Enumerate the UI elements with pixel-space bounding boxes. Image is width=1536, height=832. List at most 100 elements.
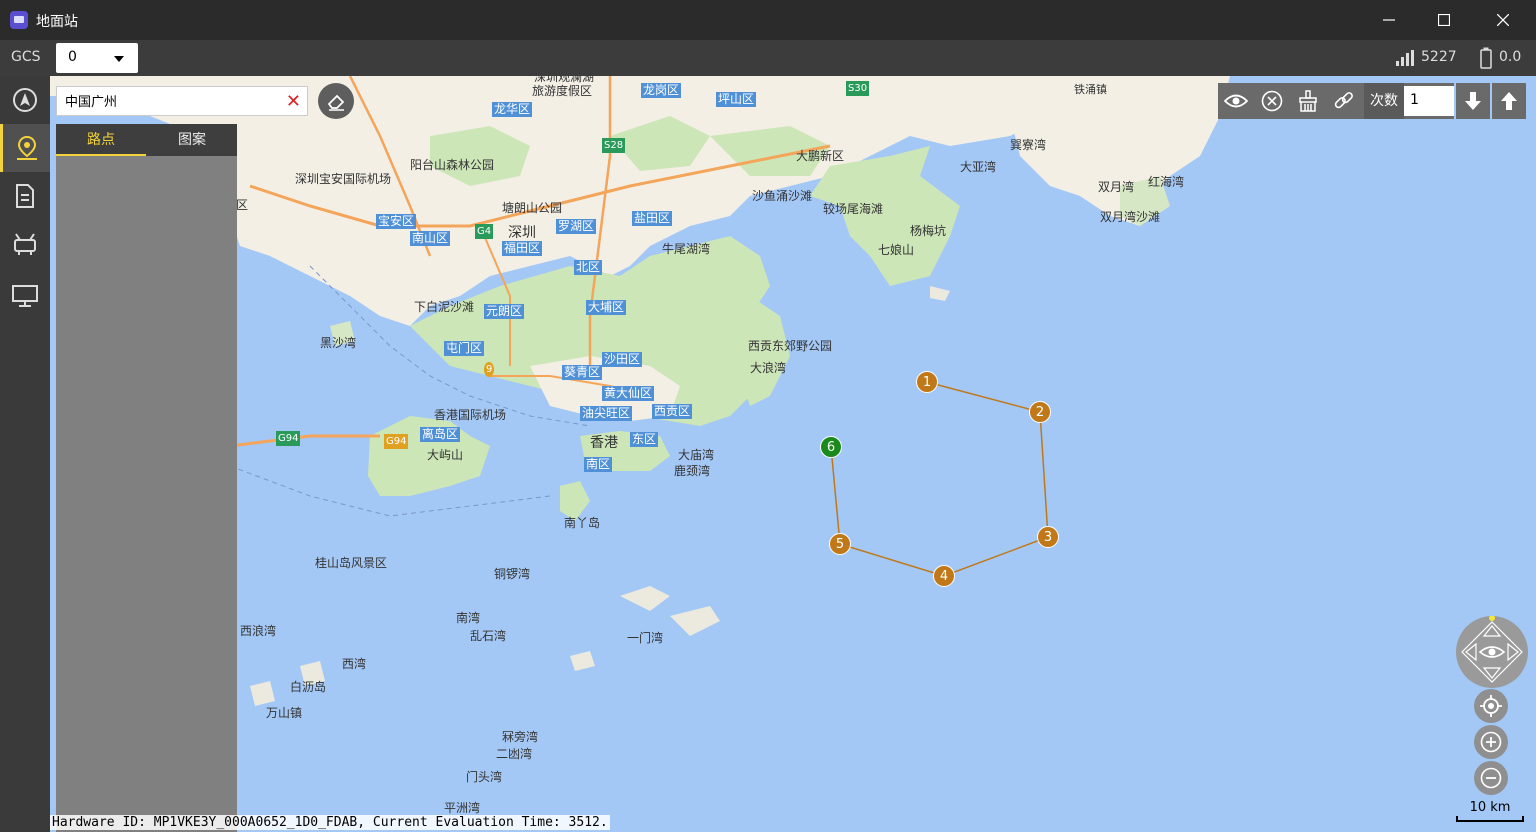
map-label: 深圳 <box>508 225 536 241</box>
gcs-select[interactable]: 0 <box>56 43 138 73</box>
district-label: 沙田区 <box>602 352 643 367</box>
chevron-down-icon <box>114 56 124 62</box>
waypoint-marker[interactable]: 2 <box>1029 401 1051 423</box>
crosshair-icon <box>1480 695 1502 717</box>
move-up-button[interactable] <box>1492 83 1526 119</box>
sidebar-item-waypoints[interactable] <box>0 124 50 172</box>
locate-button[interactable] <box>1474 689 1508 723</box>
map-label: 杨梅坑 <box>910 224 947 238</box>
maximize-button[interactable] <box>1421 0 1467 40</box>
district-label: 葵青区 <box>562 365 603 380</box>
map-label: 阳台山森林公园 <box>410 158 495 172</box>
road-shield: G94 <box>384 434 409 449</box>
clear-button[interactable] <box>1290 83 1326 119</box>
district-label: 宝安区 <box>376 214 417 229</box>
map-label: 大屿山 <box>427 448 464 462</box>
window-title: 地面站 <box>36 14 78 30</box>
signal-value: 5227 <box>1421 49 1457 65</box>
zoom-in-button[interactable] <box>1474 725 1508 759</box>
view-button[interactable] <box>1218 83 1254 119</box>
district-label: 南区 <box>584 457 613 472</box>
zoom-out-button[interactable] <box>1474 761 1508 795</box>
minimize-icon <box>1383 19 1395 21</box>
close-button[interactable] <box>1480 0 1526 40</box>
district-label: 福田区 <box>502 241 543 256</box>
map-label: 大浪湾 <box>750 361 787 375</box>
gcs-label: GCS <box>11 49 41 65</box>
district-label: 东区 <box>630 432 659 447</box>
drone-icon <box>14 233 36 255</box>
map-label: 沙鱼涌沙滩 <box>752 189 813 203</box>
waypoint-marker[interactable]: 6 <box>820 436 842 458</box>
map-label: 下白泥沙滩 <box>414 300 475 314</box>
zoom-out-icon <box>1480 767 1502 789</box>
district-label: 坪山区 <box>716 92 757 107</box>
map-label: 较场尾海滩 <box>823 202 884 216</box>
district-label: 黄大仙区 <box>602 386 655 401</box>
clear-icon[interactable]: ✕ <box>286 91 301 112</box>
map-label: 万山镇 <box>266 706 303 720</box>
tab-waypoints[interactable]: 路点 <box>56 124 146 156</box>
map-label: 鹿颈湾 <box>674 464 711 478</box>
close-icon <box>1497 14 1509 26</box>
count-label: 次数 <box>1364 83 1404 119</box>
move-down-button[interactable] <box>1456 83 1490 119</box>
eye-icon <box>1224 94 1248 108</box>
circle-x-icon <box>1261 90 1283 112</box>
waypoint-marker[interactable]: 5 <box>829 533 851 555</box>
sidebar-item-documents[interactable] <box>0 172 50 220</box>
sidebar-item-monitor[interactable] <box>0 272 50 320</box>
road-shield: G94 <box>276 431 301 446</box>
map-label: 桂山岛风景区 <box>315 556 388 570</box>
map-label: 塘朗山公园 <box>502 201 563 215</box>
compass-control[interactable] <box>1456 615 1528 688</box>
waypoint-marker[interactable]: 4 <box>933 565 955 587</box>
arrow-up-icon <box>1501 92 1517 110</box>
document-icon <box>16 184 34 208</box>
sidebar-item-drone[interactable] <box>0 220 50 268</box>
map-label: 铜锣湾 <box>494 567 531 581</box>
panel-tabs: 路点 图案 <box>56 124 237 156</box>
map-label: 铁涌镇 <box>1074 83 1107 96</box>
maximize-icon <box>1438 14 1450 26</box>
map-label: 大鹏新区 <box>796 149 845 163</box>
map-label: 大庙湾 <box>678 448 715 462</box>
district-label: 西贡区 <box>652 404 693 419</box>
map-view[interactable]: 阳台山森林公园 深圳宝安国际机场 深圳 塘朗山公园 大鹏新区 沙鱼涌沙滩 较场尾… <box>50 76 1536 832</box>
search-input[interactable] <box>63 92 287 109</box>
map-label: 双月湾沙滩 <box>1100 210 1161 224</box>
road-shield: S28 <box>602 138 626 153</box>
watermark-text: Hardware ID: MP1VKE3Y_000A0652_1D0_FDAB,… <box>50 815 610 830</box>
link-button[interactable] <box>1326 83 1362 119</box>
district-label: 大埔区 <box>586 300 627 315</box>
map-label: 七娘山 <box>878 243 915 257</box>
compass-icon <box>1461 615 1523 683</box>
waypoint-panel: 路点 图案 <box>56 124 237 832</box>
waypoint-marker[interactable]: 3 <box>1037 526 1059 548</box>
district-label: 元朗区 <box>484 304 525 319</box>
map-label: 双月湾 <box>1098 180 1135 194</box>
count-input[interactable]: 1 <box>1404 86 1454 116</box>
scale-label: 10 km <box>1469 800 1511 815</box>
map-label: 深圳观澜湖 <box>534 76 595 84</box>
signal-icon <box>1396 50 1414 66</box>
map-label: 西浪湾 <box>240 624 277 638</box>
sidebar-item-navigation[interactable] <box>0 76 50 124</box>
eraser-button[interactable] <box>318 83 354 119</box>
map-label: 白沥岛 <box>290 680 327 694</box>
tab-patterns[interactable]: 图案 <box>147 124 237 156</box>
map-label: 南丫岛 <box>564 516 601 530</box>
district-label: 离岛区 <box>420 427 461 442</box>
location-search[interactable]: ✕ <box>56 86 308 116</box>
eraser-icon <box>327 94 345 111</box>
map-label: 二凼湾 <box>496 747 533 761</box>
minimize-button[interactable] <box>1366 0 1412 40</box>
app-icon <box>10 11 28 29</box>
district-label: 罗湖区 <box>556 219 597 234</box>
district-label: 油尖旺区 <box>580 406 633 421</box>
count-value: 1 <box>1410 92 1419 108</box>
arrow-down-icon <box>1465 92 1481 110</box>
waypoint-marker[interactable]: 1 <box>916 371 938 393</box>
delete-button[interactable] <box>1254 83 1290 119</box>
map-label: 香港国际机场 <box>434 408 507 422</box>
